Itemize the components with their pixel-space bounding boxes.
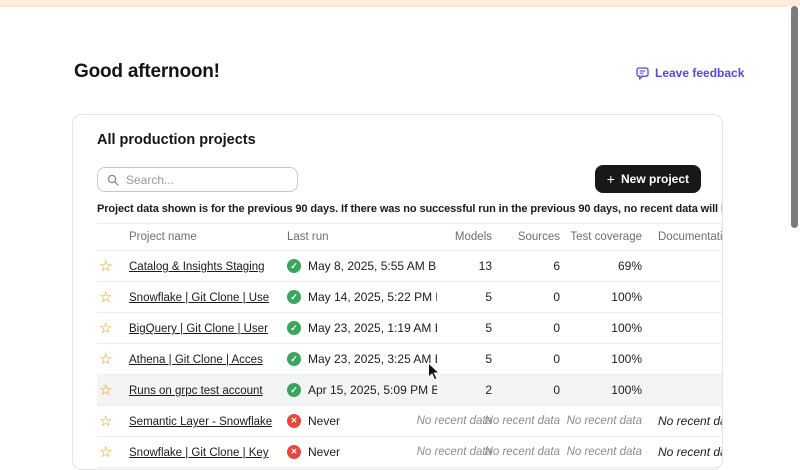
star-icon: ☆ — [99, 258, 112, 275]
star-icon: ☆ — [99, 413, 112, 430]
last-run-value: May 8, 2025, 5:55 AM BST — [308, 259, 437, 273]
column-header-documentation-coverage: Documentation coverage — [642, 224, 723, 251]
table-row[interactable]: ☆ Snowflake | Git Clone | Use ✓ ✕ May 14… — [97, 282, 723, 313]
new-project-button[interactable]: + New project — [595, 165, 701, 193]
success-status-icon: ✓ — [287, 290, 301, 304]
last-run-value: Never — [308, 414, 340, 428]
success-status-icon: ✓ — [287, 352, 301, 366]
projects-card: All production projects + New project Pr… — [72, 114, 723, 470]
project-name-link[interactable]: Runs on grpc test account — [129, 385, 263, 397]
models-value: 2 — [485, 383, 492, 397]
table-row[interactable]: ☆ Catalog & Insights Staging ✓ ✕ May 8, … — [97, 251, 723, 282]
test-coverage-value: 100% — [611, 321, 642, 335]
sources-value: 0 — [553, 321, 560, 335]
test-coverage-value: No recent data — [567, 446, 642, 458]
project-name-link[interactable]: Snowflake | Git Clone | Key — [129, 447, 269, 459]
success-status-icon: ✓ — [287, 383, 301, 397]
search-box — [97, 167, 298, 192]
column-header-sources: Sources — [492, 224, 560, 251]
test-coverage-value: 100% — [611, 383, 642, 397]
star-icon: ☆ — [99, 320, 112, 337]
favorite-star-button[interactable]: ☆ — [97, 352, 112, 367]
data-retention-notice: Project data shown is for the previous 9… — [97, 203, 723, 215]
favorite-star-button[interactable]: ☆ — [97, 383, 112, 398]
last-run-value: Apr 15, 2025, 5:09 PM BST — [308, 383, 437, 397]
table-row[interactable]: ☆ Semantic Layer - Snowflake ✓ ✕ Never N… — [97, 406, 723, 437]
last-run-value: May 23, 2025, 3:25 AM B — [308, 352, 437, 366]
projects-table-wrapper: Project name Last run Models Sources Tes… — [97, 223, 723, 468]
table-row[interactable]: ☆ Snowflake | Git Clone | Key ✓ ✕ Never … — [97, 437, 723, 468]
sources-value: No recent data — [485, 446, 560, 458]
feedback-chat-icon — [636, 67, 649, 80]
column-header-last-run: Last run — [287, 224, 437, 251]
new-project-label: New project — [621, 172, 689, 186]
star-icon: ☆ — [99, 289, 112, 306]
error-status-icon: ✕ — [287, 414, 301, 428]
test-coverage-value: No recent data — [567, 415, 642, 427]
sources-value: No recent data — [485, 415, 560, 427]
project-name-link[interactable]: Semantic Layer - Snowflake — [129, 416, 272, 428]
project-name-link[interactable]: Snowflake | Git Clone | Use — [129, 292, 269, 304]
table-row[interactable]: ☆ BigQuery | Git Clone | User ✓ ✕ May 23… — [97, 313, 723, 344]
favorite-star-button[interactable]: ☆ — [97, 414, 112, 429]
leave-feedback-link[interactable]: Leave feedback — [636, 66, 744, 80]
plus-icon: + — [607, 172, 615, 186]
success-status-icon: ✓ — [287, 321, 301, 335]
card-title: All production projects — [97, 132, 256, 148]
models-value: No recent data — [417, 415, 492, 427]
column-header-favorite — [97, 224, 129, 251]
table-row[interactable]: ☆ Runs on grpc test account ✓ ✕ Apr 15, … — [97, 375, 723, 406]
table-body: ☆ Catalog & Insights Staging ✓ ✕ May 8, … — [97, 251, 723, 468]
page-scrollbar — [788, 6, 800, 450]
error-status-icon: ✕ — [287, 445, 301, 459]
models-value: 5 — [485, 321, 492, 335]
documentation-coverage-value: No recent data — [642, 445, 723, 459]
test-coverage-value: 100% — [611, 290, 642, 304]
models-value: No recent data — [417, 446, 492, 458]
favorite-star-button[interactable]: ☆ — [97, 321, 112, 336]
projects-table: Project name Last run Models Sources Tes… — [97, 223, 723, 468]
favorite-star-button[interactable]: ☆ — [97, 445, 112, 460]
page-title: Good afternoon! — [74, 61, 220, 83]
table-row[interactable]: ☆ Athena | Git Clone | Acces ✓ ✕ May 23,… — [97, 344, 723, 375]
sources-value: 6 — [553, 259, 560, 273]
last-run-value: Never — [308, 445, 340, 459]
last-run-value: May 23, 2025, 1:19 AM BST — [308, 321, 437, 335]
documentation-coverage-value: No recent data — [642, 414, 723, 428]
test-coverage-value: 69% — [618, 259, 642, 273]
column-header-project-name: Project name — [129, 224, 287, 251]
project-name-link[interactable]: BigQuery | Git Clone | User — [129, 323, 268, 335]
favorite-star-button[interactable]: ☆ — [97, 259, 112, 274]
favorite-star-button[interactable]: ☆ — [97, 290, 112, 305]
models-value: 5 — [485, 290, 492, 304]
search-input[interactable] — [126, 173, 288, 187]
sources-value: 0 — [553, 290, 560, 304]
last-run-value: May 14, 2025, 5:22 PM BST — [308, 290, 437, 304]
project-name-link[interactable]: Catalog & Insights Staging — [129, 261, 265, 273]
scrollbar-thumb[interactable] — [791, 6, 798, 228]
models-value: 5 — [485, 352, 492, 366]
star-icon: ☆ — [99, 444, 112, 461]
leave-feedback-label: Leave feedback — [655, 66, 744, 80]
models-value: 13 — [479, 259, 492, 273]
top-accent-bar — [0, 0, 800, 7]
sources-value: 0 — [553, 352, 560, 366]
sources-value: 0 — [553, 383, 560, 397]
search-icon — [107, 174, 119, 186]
test-coverage-value: 100% — [611, 352, 642, 366]
project-name-link[interactable]: Athena | Git Clone | Acces — [129, 354, 263, 366]
table-header-row: Project name Last run Models Sources Tes… — [97, 224, 723, 251]
success-status-icon: ✓ — [287, 259, 301, 273]
star-icon: ☆ — [99, 351, 112, 368]
column-header-test-coverage: Test coverage — [560, 224, 642, 251]
column-header-models: Models — [437, 224, 492, 251]
star-icon: ☆ — [99, 382, 112, 399]
